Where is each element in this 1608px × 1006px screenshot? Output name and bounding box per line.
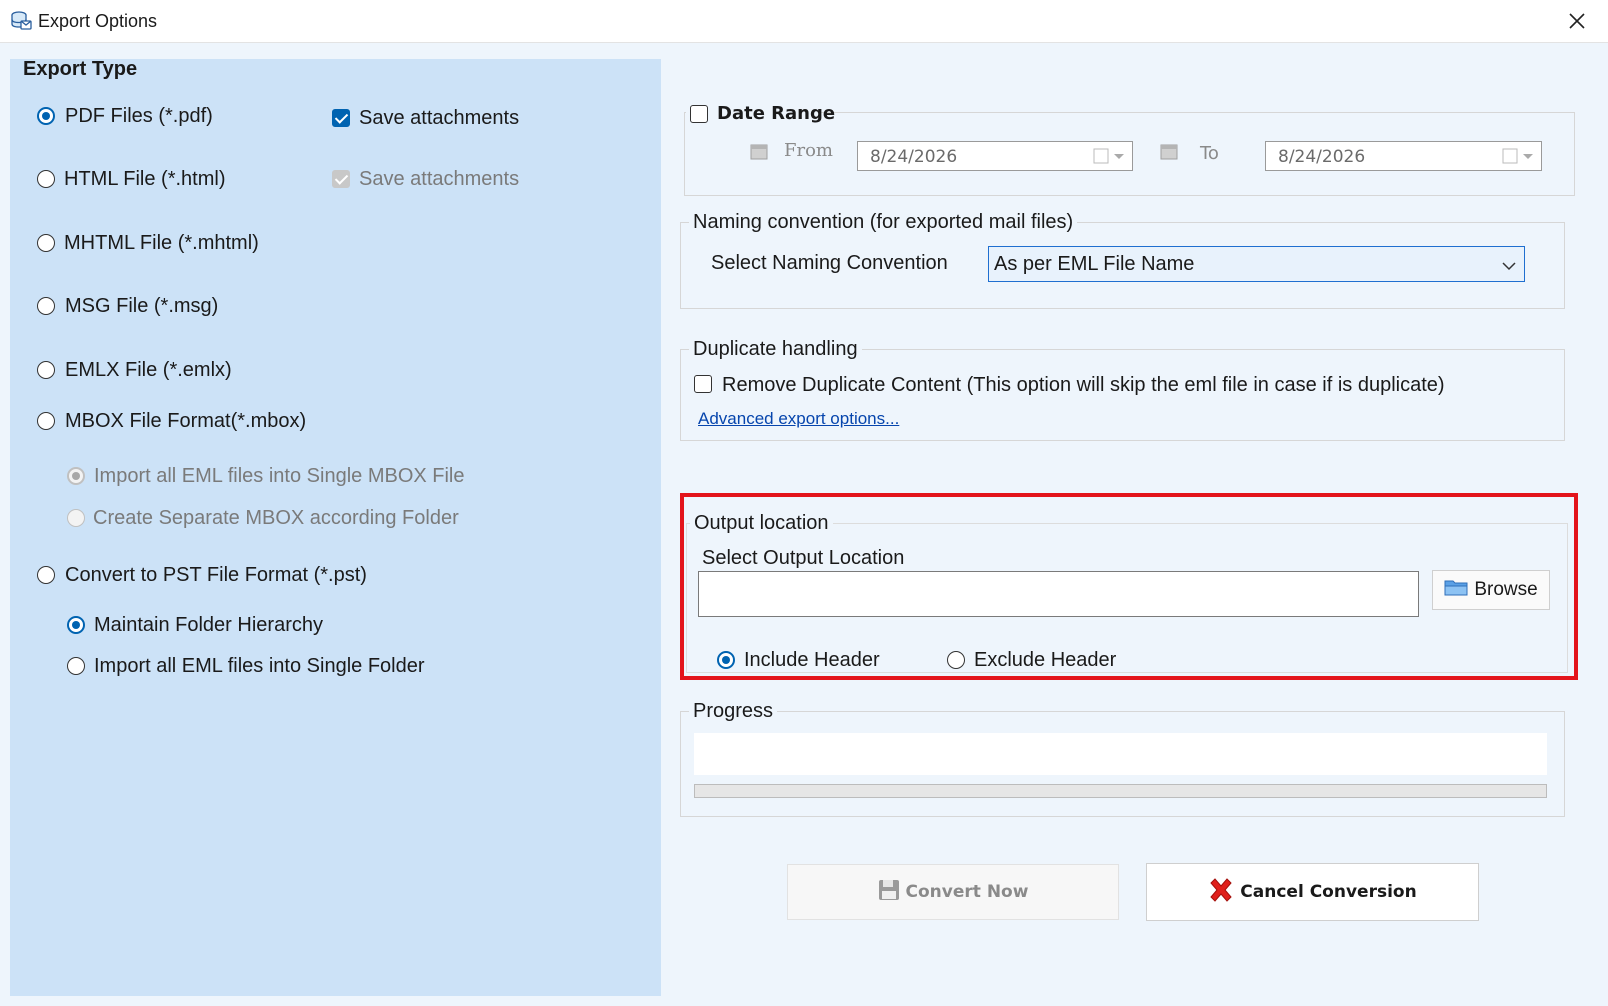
mbox-separate-folder-radio[interactable] xyxy=(67,509,85,527)
exclude-header-radio[interactable] xyxy=(947,651,965,669)
pdf-option-label: PDF Files (*.pdf) xyxy=(65,105,213,127)
pst-option-label: Convert to PST File Format (*.pst) xyxy=(65,564,367,586)
output-path-input[interactable] xyxy=(698,571,1419,617)
to-date-value: 8/24/2026 xyxy=(1278,147,1366,167)
pdf-save-attachments-label: Save attachments xyxy=(359,107,520,129)
cancel-conversion-label: Cancel Conversion xyxy=(1240,882,1417,902)
pdf-save-attachments-checkbox[interactable] xyxy=(332,109,350,127)
to-date-dropdown-icon[interactable] xyxy=(1501,147,1535,165)
include-header-label: Include Header xyxy=(744,649,880,671)
advanced-export-options-link[interactable]: Advanced export options... xyxy=(698,409,899,429)
single-folder-label: Import all EML files into Single Folder xyxy=(94,655,425,677)
from-date-dropdown-icon[interactable] xyxy=(1092,147,1126,165)
export-type-heading: Export Type xyxy=(23,58,138,80)
cancel-conversion-button[interactable]: Cancel Conversion xyxy=(1146,863,1479,921)
mbox-separate-folder-label: Create Separate MBOX according Folder xyxy=(93,507,459,529)
title-bar: Export Options xyxy=(0,0,1608,43)
convert-now-label: Convert Now xyxy=(905,882,1029,902)
html-save-attachments-label: Save attachments xyxy=(359,168,520,190)
emlx-option-label: EMLX File (*.emlx) xyxy=(65,359,232,381)
mbox-radio[interactable] xyxy=(37,412,55,430)
html-option-label: HTML File (*.html) xyxy=(64,168,226,190)
browse-label: Browse xyxy=(1474,579,1538,600)
save-disk-icon xyxy=(878,879,900,906)
pdf-radio[interactable] xyxy=(37,107,55,125)
naming-select-label: Select Naming Convention xyxy=(711,252,948,274)
folder-icon xyxy=(1444,578,1468,602)
mhtml-radio[interactable] xyxy=(37,234,55,252)
msg-option-label: MSG File (*.msg) xyxy=(65,295,219,317)
to-date-field[interactable]: 8/24/2026 xyxy=(1265,141,1542,171)
html-save-attachments-checkbox[interactable] xyxy=(332,170,350,188)
from-date-field[interactable]: 8/24/2026 xyxy=(857,141,1133,171)
from-date-value: 8/24/2026 xyxy=(870,147,958,167)
date-range-checkbox[interactable] xyxy=(690,105,708,123)
include-header-radio[interactable] xyxy=(717,651,735,669)
naming-selected-value: As per EML File Name xyxy=(994,253,1195,275)
red-x-icon xyxy=(1208,877,1234,908)
naming-group-title: Naming convention (for exported mail fil… xyxy=(689,211,1078,234)
close-icon xyxy=(1569,13,1585,29)
exclude-header-label: Exclude Header xyxy=(974,649,1117,671)
maintain-hierarchy-label: Maintain Folder Hierarchy xyxy=(94,614,323,636)
from-label: From xyxy=(784,140,833,161)
from-calendar-icon xyxy=(750,142,768,165)
mbox-single-file-radio[interactable] xyxy=(67,467,85,485)
chevron-down-icon xyxy=(1502,258,1516,276)
single-folder-radio[interactable] xyxy=(67,657,85,675)
to-label: To xyxy=(1200,143,1219,164)
remove-duplicate-label: Remove Duplicate Content (This option wi… xyxy=(722,374,1445,396)
convert-now-button[interactable]: Convert Now xyxy=(787,864,1119,920)
progress-bar xyxy=(694,784,1547,798)
date-range-label: Date Range xyxy=(717,103,836,124)
maintain-hierarchy-radio[interactable] xyxy=(67,616,85,634)
close-button[interactable] xyxy=(1562,8,1592,34)
naming-convention-select[interactable]: As per EML File Name xyxy=(988,246,1525,282)
msg-radio[interactable] xyxy=(37,297,55,315)
mbox-single-file-label: Import all EML files into Single MBOX Fi… xyxy=(94,465,465,487)
app-icon xyxy=(10,10,32,32)
output-select-label: Select Output Location xyxy=(702,547,905,569)
remove-duplicate-checkbox[interactable] xyxy=(694,375,712,393)
output-group-title: Output location xyxy=(690,512,833,535)
html-radio[interactable] xyxy=(37,170,55,188)
mbox-option-label: MBOX File Format(*.mbox) xyxy=(65,410,307,432)
pst-radio[interactable] xyxy=(37,566,55,584)
window-title: Export Options xyxy=(38,11,158,31)
mhtml-option-label: MHTML File (*.mhtml) xyxy=(64,232,259,254)
emlx-radio[interactable] xyxy=(37,361,55,379)
duplicate-group-title: Duplicate handling xyxy=(689,338,862,361)
progress-group-title: Progress xyxy=(689,700,778,723)
browse-button[interactable]: Browse xyxy=(1432,570,1550,610)
progress-status-area xyxy=(694,733,1547,775)
to-calendar-icon xyxy=(1160,142,1178,165)
